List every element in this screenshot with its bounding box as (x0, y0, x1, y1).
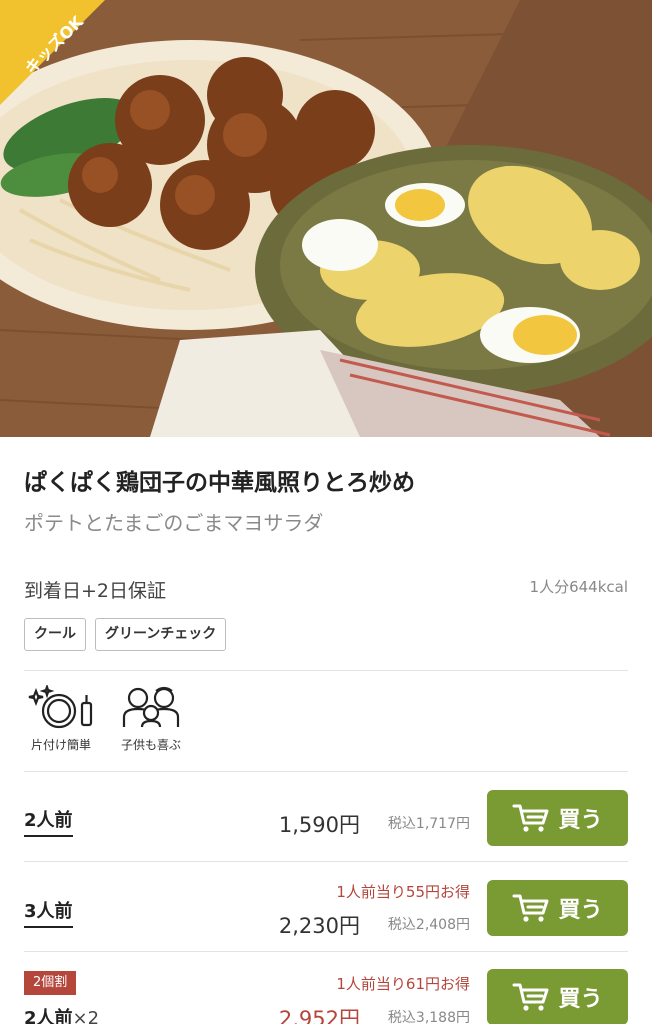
feature-label: 子供も喜ぶ (120, 738, 181, 752)
tag-list: クール グリーンチェック (24, 618, 227, 651)
price-option-row: 2人前 1,590円 税込1,717円 買う (24, 771, 628, 861)
tag-cool: クール (24, 618, 86, 651)
buy-button-label: 買う (558, 987, 603, 1012)
serving-label: 3人前 (24, 901, 73, 922)
serving-label: 2人前 (24, 810, 73, 831)
serving-multiplier: ×2 (72, 1008, 100, 1024)
product-hero-image: キッズOK (0, 0, 652, 437)
cart-icon (512, 894, 549, 922)
product-title: ぱくぱく鶏団子の中華風照りとろ炒め (24, 470, 415, 496)
price-with-tax: 税込3,188円 (387, 1010, 470, 1024)
feature-list: 片付け簡単 子供も喜ぶ (24, 685, 188, 753)
food-photo (0, 0, 652, 437)
buy-button-label: 買う (558, 898, 603, 923)
serving-label: 2人前 (24, 1008, 73, 1024)
calories-label: 1人分644kcal (529, 578, 628, 596)
discount-note: 1人前当り61円お得 (336, 975, 470, 993)
serving-size: 2人前 (24, 806, 73, 837)
buy-button[interactable]: 買う (487, 969, 628, 1024)
product-subtitle: ポテトとたまごのごまマヨサラダ (24, 511, 324, 535)
delivery-guarantee: 到着日+2日保証 (24, 580, 167, 602)
price-option-row: 3人前 1人前当り55円お得 2,230円 税込2,408円 買う (24, 861, 628, 951)
price: 2,230円 (278, 914, 360, 938)
family-icon (122, 686, 180, 728)
serving-size: 2人前×2 (24, 1004, 99, 1024)
price: 1,590円 (278, 813, 360, 837)
bundle-discount-badge: 2個割 (24, 971, 77, 995)
feature-easy-cleanup: 片付け簡単 (24, 685, 98, 753)
price-with-tax: 税込1,717円 (387, 816, 470, 832)
feature-kids-happy: 子供も喜ぶ (114, 685, 188, 753)
cart-icon (512, 804, 549, 832)
price: 2,952円 (278, 1007, 360, 1024)
divider (24, 670, 628, 671)
tag-green-check: グリーンチェック (95, 618, 227, 651)
discount-note: 1人前当り55円お得 (336, 883, 470, 901)
buy-button[interactable]: 買う (487, 880, 628, 936)
serving-size: 3人前 (24, 897, 73, 928)
cart-icon (512, 983, 549, 1011)
dish-icon (28, 685, 93, 729)
price-with-tax: 税込2,408円 (387, 917, 470, 933)
price-option-row: 2個割 2人前×2 1人前当り61円お得 2,952円 税込3,188円 買う (24, 951, 628, 1024)
buy-button-label: 買う (558, 808, 603, 833)
feature-label: 片付け簡単 (30, 738, 91, 752)
buy-button[interactable]: 買う (487, 790, 628, 846)
